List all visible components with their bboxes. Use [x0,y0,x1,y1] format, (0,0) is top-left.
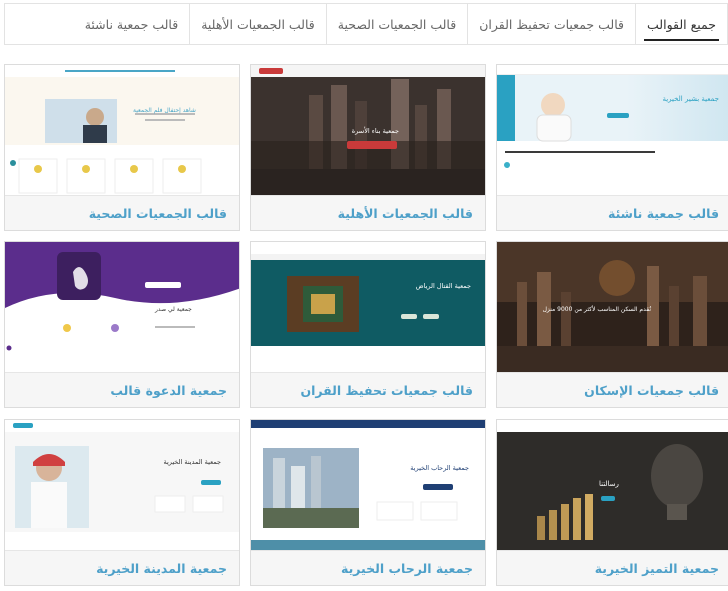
template-name: جمعية الدعوة قالب [110,382,227,398]
template-thumbnail: جمعية القتال الرياض [251,242,485,374]
template-card-footer: جمعية الرحاب الخيرية [251,550,485,585]
hero-illustration [251,242,485,346]
template-card-footer: قالب الجمعيات الصحية [5,195,239,230]
hero-illustration [5,65,239,194]
template-name: جمعية المدينة الخيرية [96,560,227,576]
hero-illustration [5,420,239,532]
template-thumbnail: جمعية لي صدر [5,242,239,374]
template-thumbnail: رسالتنا [497,420,728,552]
tab-all-templates[interactable]: جميع القوالب [635,4,727,44]
tab-quran-associations[interactable]: قالب جمعيات تحفيظ القران [467,4,635,44]
template-card[interactable]: جمعية بشير الخيرية قالب جمعية ناشئة [496,64,728,231]
template-card-footer: جمعية الدعوة قالب [5,372,239,407]
template-name: قالب جمعيات تحفيظ القران [300,382,473,398]
thumbnail-hero-text: نُقدم السكن المناسب لأكثر من 9000 منزل [542,306,651,313]
thumbnail-hero-text: شاهد إحتفال فلم الجمعية [133,107,196,114]
template-thumbnail: جمعية المدينة الخيرية [5,420,239,552]
template-card-footer: جمعية المدينة الخيرية [5,550,239,585]
hero-illustration [5,242,239,351]
template-name: جمعية الرحاب الخيرية [341,560,473,576]
thumbnail-hero-text: جمعية لي صدر [155,306,192,313]
template-name: قالب جمعية ناشئة [608,205,719,221]
template-card[interactable]: جمعية القتال الرياض قالب جمعيات تحفيظ ال… [250,241,486,408]
tab-label: قالب الجمعيات الصحية [337,16,457,32]
tab-label: قالب جمعية ناشئة [84,16,179,32]
template-name: قالب جمعيات الإسكان [584,382,719,398]
template-card[interactable]: نُقدم السكن المناسب لأكثر من 9000 منزل ق… [496,241,728,408]
template-name: قالب الجمعيات الأهلية [337,205,473,221]
template-thumbnail: جمعية بناء الأسرة [251,65,485,197]
thumbnail-hero-text: جمعية المدينة الخيرية [163,458,221,466]
tab-label: قالب الجمعيات الأهلية [201,16,315,32]
tab-health-associations[interactable]: قالب الجمعيات الصحية [325,4,467,44]
thumbnail-hero-text: جمعية بشير الخيرية [662,95,719,103]
template-thumbnail: نُقدم السكن المناسب لأكثر من 9000 منزل [497,242,728,374]
template-card[interactable]: رسالتنا جمعية التميز الخيرية [496,419,728,586]
thumbnail-hero-text: رسالتنا [599,480,619,488]
template-thumbnail: شاهد إحتفال فلم الجمعية [5,65,239,197]
template-card-footer: قالب الجمعيات الأهلية [251,195,485,230]
template-card[interactable]: شاهد إحتفال فلم الجمعية قالب الجمعيات ال… [4,64,240,231]
template-card-footer: قالب جمعية ناشئة [497,195,728,230]
thumbnail-hero-text: جمعية الرحاب الخيرية [410,464,469,472]
template-card[interactable]: جمعية المدينة الخيرية جمعية المدينة الخي… [4,419,240,586]
template-filter-tabs: جميع القوالب قالب جمعيات تحفيظ القران قا… [4,3,728,45]
template-card[interactable]: جمعية الرحاب الخيرية جمعية الرحاب الخيري… [250,419,486,586]
tab-label: جميع القوالب [647,16,716,32]
hero-illustration [251,420,485,552]
hero-illustration [497,75,655,168]
template-card[interactable]: جمعية لي صدر جمعية الدعوة قالب [4,241,240,408]
thumbnail-hero-text: جمعية القتال الرياض [415,282,471,290]
template-name: قالب الجمعيات الصحية [88,205,227,221]
template-card-footer: قالب جمعيات الإسكان [497,372,728,407]
tab-emerging-association[interactable]: قالب جمعية ناشئة [74,4,190,44]
template-card[interactable]: جمعية بناء الأسرة قالب الجمعيات الأهلية [250,64,486,231]
template-card-footer: قالب جمعيات تحفيظ القران [251,372,485,407]
template-thumbnail: جمعية بشير الخيرية [497,65,728,197]
tab-label: قالب جمعيات تحفيظ القران [479,16,625,32]
thumbnail-hero-text: جمعية بناء الأسرة [351,127,399,135]
template-name: جمعية التميز الخيرية [594,560,719,576]
template-card-footer: جمعية التميز الخيرية [497,550,728,585]
template-thumbnail: جمعية الرحاب الخيرية [251,420,485,552]
tab-civil-associations[interactable]: قالب الجمعيات الأهلية [189,4,326,44]
